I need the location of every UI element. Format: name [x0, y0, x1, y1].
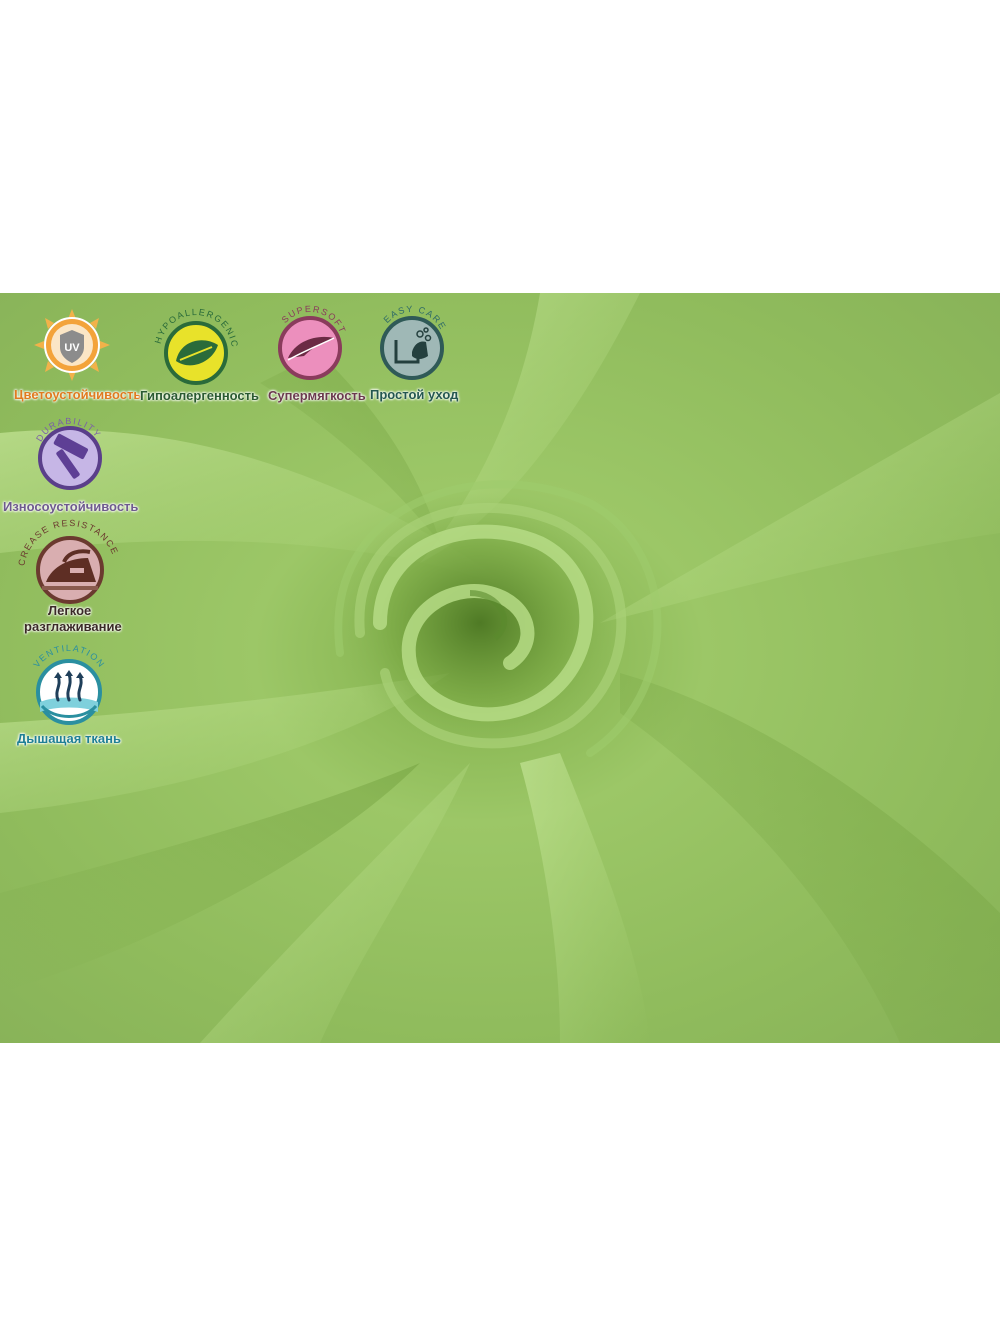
ventilation-icon: [36, 659, 102, 725]
crease-resistance-badge: CREASE RESISTANCE: [16, 516, 122, 606]
iron-icon: [36, 536, 104, 604]
durability-label: Износоустойчивость: [3, 499, 139, 514]
hypoallergenic-label: Гипоалергенность: [140, 388, 260, 403]
easy-care-label: Простой уход: [370, 387, 459, 402]
supersoft-label: Супермягкость: [268, 388, 366, 403]
supersoft-badge: SUPERSOFT: [266, 300, 354, 386]
colorfastness-label: Цветоустойчивость: [14, 387, 142, 402]
leaf-icon: [164, 321, 228, 385]
breathable-fabric-label: Дышащая ткань: [17, 731, 121, 746]
svg-text:UV: UV: [64, 342, 80, 354]
uv-sun-icon: UV: [34, 309, 110, 381]
feather-icon: [278, 316, 342, 380]
ventilation-badge: VENTILATION: [24, 640, 114, 730]
uv-badge: UV: [26, 305, 118, 385]
easy-ironing-label-line1: Легкое: [48, 603, 92, 618]
easy-care-badge: EASY CARE: [368, 300, 456, 386]
product-image-page: UV Цветоустойчивость HYPOALLERGENIC Гипо…: [0, 0, 1000, 1333]
easy-ironing-label-line2: разглаживание: [24, 619, 122, 634]
hand-wash-icon: [380, 316, 444, 380]
hammer-icon: [38, 426, 102, 490]
durability-badge: DURABILITY: [28, 412, 112, 496]
green-voile-fabric-photo: [0, 293, 1000, 1043]
hypoallergenic-badge: HYPOALLERGENIC: [150, 305, 242, 389]
